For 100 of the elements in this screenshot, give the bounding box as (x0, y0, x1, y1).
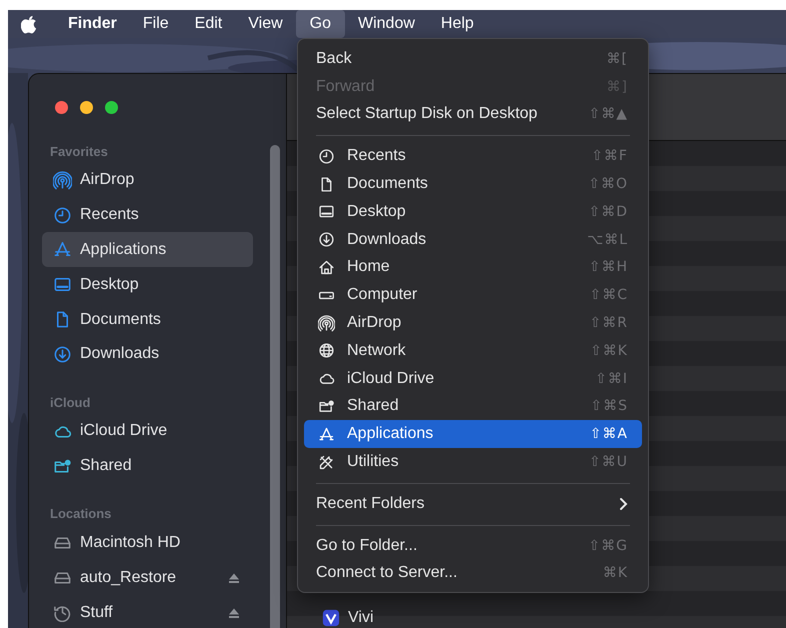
item-label: Shared (80, 457, 133, 476)
item-label: Documents (80, 310, 162, 329)
close-button[interactable] (55, 100, 68, 114)
home-icon (318, 258, 335, 276)
sidebar-item[interactable]: iCloud Drive (42, 414, 253, 449)
menu-item-label: Applications (347, 425, 434, 444)
sidebar-item[interactable]: Applications (42, 232, 253, 268)
a-frame-icon (318, 426, 335, 443)
menu-bar-item[interactable]: Help (428, 10, 487, 38)
menu-item[interactable]: Applications ⇧⌘A (304, 420, 642, 448)
item-label: Recents (80, 206, 140, 224)
item-label: Macintosh HD (80, 534, 182, 552)
menu-item-label: Forward (316, 78, 376, 96)
menu-bar-item[interactable]: Window (344, 10, 428, 38)
menu-item-label: iCloud Drive (347, 370, 436, 388)
download-icon (318, 231, 335, 248)
sidebar-item[interactable]: Documents (42, 302, 253, 337)
item-label: Applications (80, 240, 168, 259)
keyboard-shortcut: ⇧⌘F (591, 148, 628, 164)
menu-bar-item[interactable]: View (235, 10, 296, 38)
broadcast-icon (318, 314, 335, 332)
download-icon (53, 344, 72, 364)
menu-item-label: Computer (347, 286, 418, 304)
sidebar-item[interactable]: Desktop (42, 267, 253, 302)
sidebar-item[interactable]: Recents (42, 198, 253, 232)
keyboard-shortcut: ⇧⌘D (588, 204, 628, 220)
zoom-button[interactable] (105, 100, 118, 114)
menu-item-label: Desktop (347, 202, 407, 221)
section-heading: Locations (49, 505, 112, 524)
chevron-icon (618, 496, 628, 511)
menu-item[interactable]: Downloads ⌥⌘L (304, 226, 642, 254)
menu-item[interactable]: AirDrop ⇧⌘R (304, 309, 642, 337)
minimize-button[interactable] (80, 100, 93, 114)
keyboard-shortcut: ⇧⌘S (590, 398, 628, 414)
clock-icon (318, 148, 335, 165)
menu-item[interactable]: Connect to Server... ⌘K (304, 560, 642, 588)
section-heading: iCloud (49, 394, 92, 412)
menu-item[interactable]: Shared ⇧⌘S (304, 392, 642, 420)
app-icon (322, 608, 340, 626)
keyboard-shortcut: ⌘] (606, 78, 628, 95)
menu-item-label: Downloads (347, 230, 428, 249)
item-label: auto_Restore (80, 568, 178, 587)
menu-item-label: Recents (347, 147, 407, 166)
item-label: Downloads (80, 345, 160, 364)
sidebar-item[interactable]: Shared (42, 448, 253, 484)
menu-item[interactable]: Desktop ⇧⌘D (304, 198, 642, 226)
keyboard-shortcut: ⇧⌘H (588, 259, 628, 276)
menu-item-label: Network (347, 342, 407, 360)
menu-item-label: Go to Folder... (316, 536, 418, 555)
sidebar-item[interactable]: Downloads (42, 336, 253, 372)
globe-icon (318, 342, 335, 360)
sidebar-item[interactable]: Stuff (42, 595, 253, 628)
apple-icon[interactable] (21, 14, 38, 34)
menu-item[interactable]: iCloud Drive ⇧⌘I (304, 364, 642, 393)
menu-item-label: AirDrop (347, 314, 402, 332)
sidebar-item[interactable]: Macintosh HD (42, 525, 253, 560)
eject-icon[interactable] (228, 572, 240, 584)
scrollbar[interactable] (270, 145, 280, 628)
menu-item[interactable]: Computer ⇧⌘C (304, 281, 642, 310)
menu-item[interactable]: Documents ⇧⌘O (304, 170, 642, 198)
menu-item[interactable]: Utilities ⇧⌘U (304, 448, 642, 476)
menu-item-label: Shared (347, 397, 400, 416)
menu-bar-item[interactable]: Edit (182, 10, 236, 38)
menu-bar-item[interactable]: Finder (55, 10, 130, 38)
keyboard-shortcut: ⌥⌘L (587, 232, 628, 248)
menu-item[interactable]: Select Startup Disk on Desktop ⇧⌘▲ (304, 100, 642, 128)
keyboard-shortcut: ⇧⌘A (590, 426, 628, 442)
keyboard-shortcut: ⇧⌘G (588, 538, 628, 554)
menu-item[interactable]: Network ⇧⌘K (304, 336, 642, 365)
section-heading: Favorites (49, 142, 109, 161)
sidebar-item[interactable]: AirDrop (42, 162, 253, 198)
sidebar-item[interactable]: auto_Restore (42, 560, 253, 596)
menu-item-label: Connect to Server... (316, 564, 458, 582)
folder-icon (318, 398, 335, 415)
broadcast-icon (53, 170, 72, 190)
menu-item-label: Documents (347, 175, 429, 194)
menu-item[interactable]: Go to Folder... ⇧⌘G (304, 532, 642, 560)
keyboard-shortcut: ⇧⌘I (595, 370, 628, 387)
keyboard-shortcut: ⇧⌘K (590, 342, 628, 359)
keyboard-shortcut: ⇧⌘O (588, 176, 628, 192)
window-icon (318, 203, 335, 220)
item-label: Stuff (80, 604, 114, 622)
menu-item-label: Home (347, 258, 391, 276)
menu-bar-item[interactable]: File (130, 10, 182, 38)
menu-item[interactable]: Recent Folders (304, 490, 642, 518)
menu-item[interactable]: Recents ⇧⌘F (304, 142, 642, 170)
keyboard-shortcut: ⇧⌘C (589, 287, 628, 304)
item-label: Desktop (80, 276, 140, 294)
keyboard-shortcut: ⇧⌘▲ (588, 106, 628, 122)
item-label: AirDrop (80, 171, 136, 190)
keyboard-shortcut: ⇧⌘R (590, 315, 628, 332)
menu-item-label: Select Startup Disk on Desktop (316, 105, 538, 124)
tools-icon (318, 454, 335, 471)
menu-item-label: Utilities (347, 453, 400, 472)
file-name[interactable]: Vivi (348, 608, 374, 626)
menu-bar-item[interactable]: Go (296, 10, 345, 38)
item-label: iCloud Drive (80, 422, 168, 440)
menu-item[interactable]: Home ⇧⌘H (304, 254, 642, 282)
eject-icon[interactable] (228, 606, 240, 619)
keyboard-shortcut: ⇧⌘U (589, 454, 628, 470)
